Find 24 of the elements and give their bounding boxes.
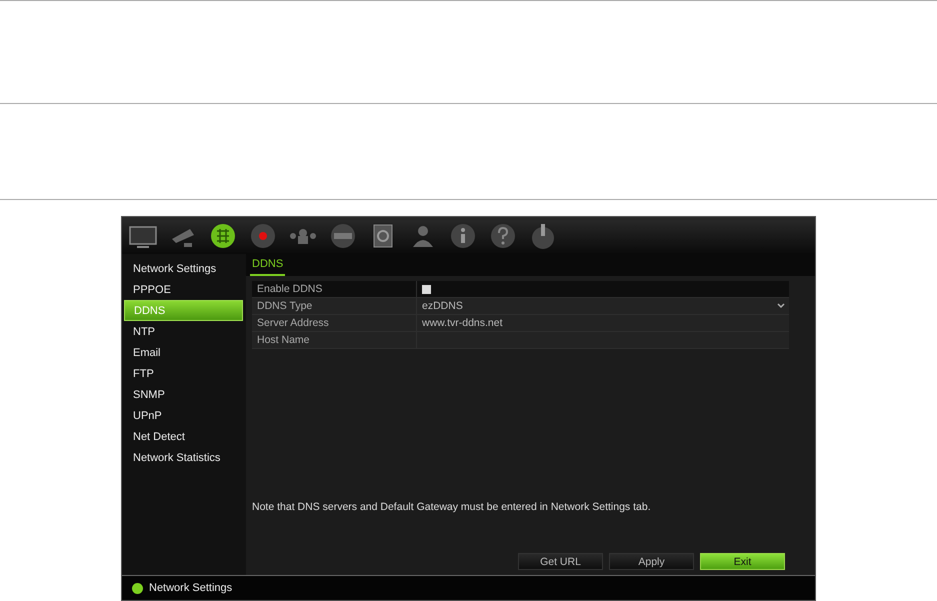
sidebar-item[interactable]: SNMP <box>124 384 243 405</box>
sidebar-item[interactable]: PPPOE <box>124 279 243 300</box>
field-label: Enable DDNS <box>252 281 417 297</box>
status-text: Network Settings <box>149 582 232 594</box>
sidebar-item[interactable]: Net Detect <box>124 426 243 447</box>
sidebar-item[interactable]: Email <box>124 342 243 363</box>
dropdown[interactable]: ezDDNS <box>417 298 789 314</box>
sidebar-item[interactable]: FTP <box>124 363 243 384</box>
sidebar-item[interactable]: UPnP <box>124 405 243 426</box>
field-label: DDNS Type <box>252 298 417 314</box>
action-button[interactable]: Get URL <box>518 553 603 570</box>
sidebar-item[interactable]: Network Settings <box>124 258 243 279</box>
exit-button[interactable]: Exit <box>700 553 785 570</box>
action-button[interactable]: Apply <box>609 553 694 570</box>
caret-icon <box>777 303 785 309</box>
input-field[interactable]: www.tvr-ddns.net <box>417 315 789 331</box>
note-text: Note that DNS servers and Default Gateway must be entered in Network Settings tab. <box>251 501 652 513</box>
sidebar-item[interactable]: Network Statistics <box>124 447 243 468</box>
field-label: Host Name <box>252 332 417 348</box>
status-icon <box>132 582 143 594</box>
field-label: Server Address <box>252 315 417 331</box>
sidebar-item[interactable]: NTP <box>124 321 243 342</box>
checkbox[interactable] <box>422 284 431 294</box>
tab[interactable]: DDNS <box>250 254 286 276</box>
